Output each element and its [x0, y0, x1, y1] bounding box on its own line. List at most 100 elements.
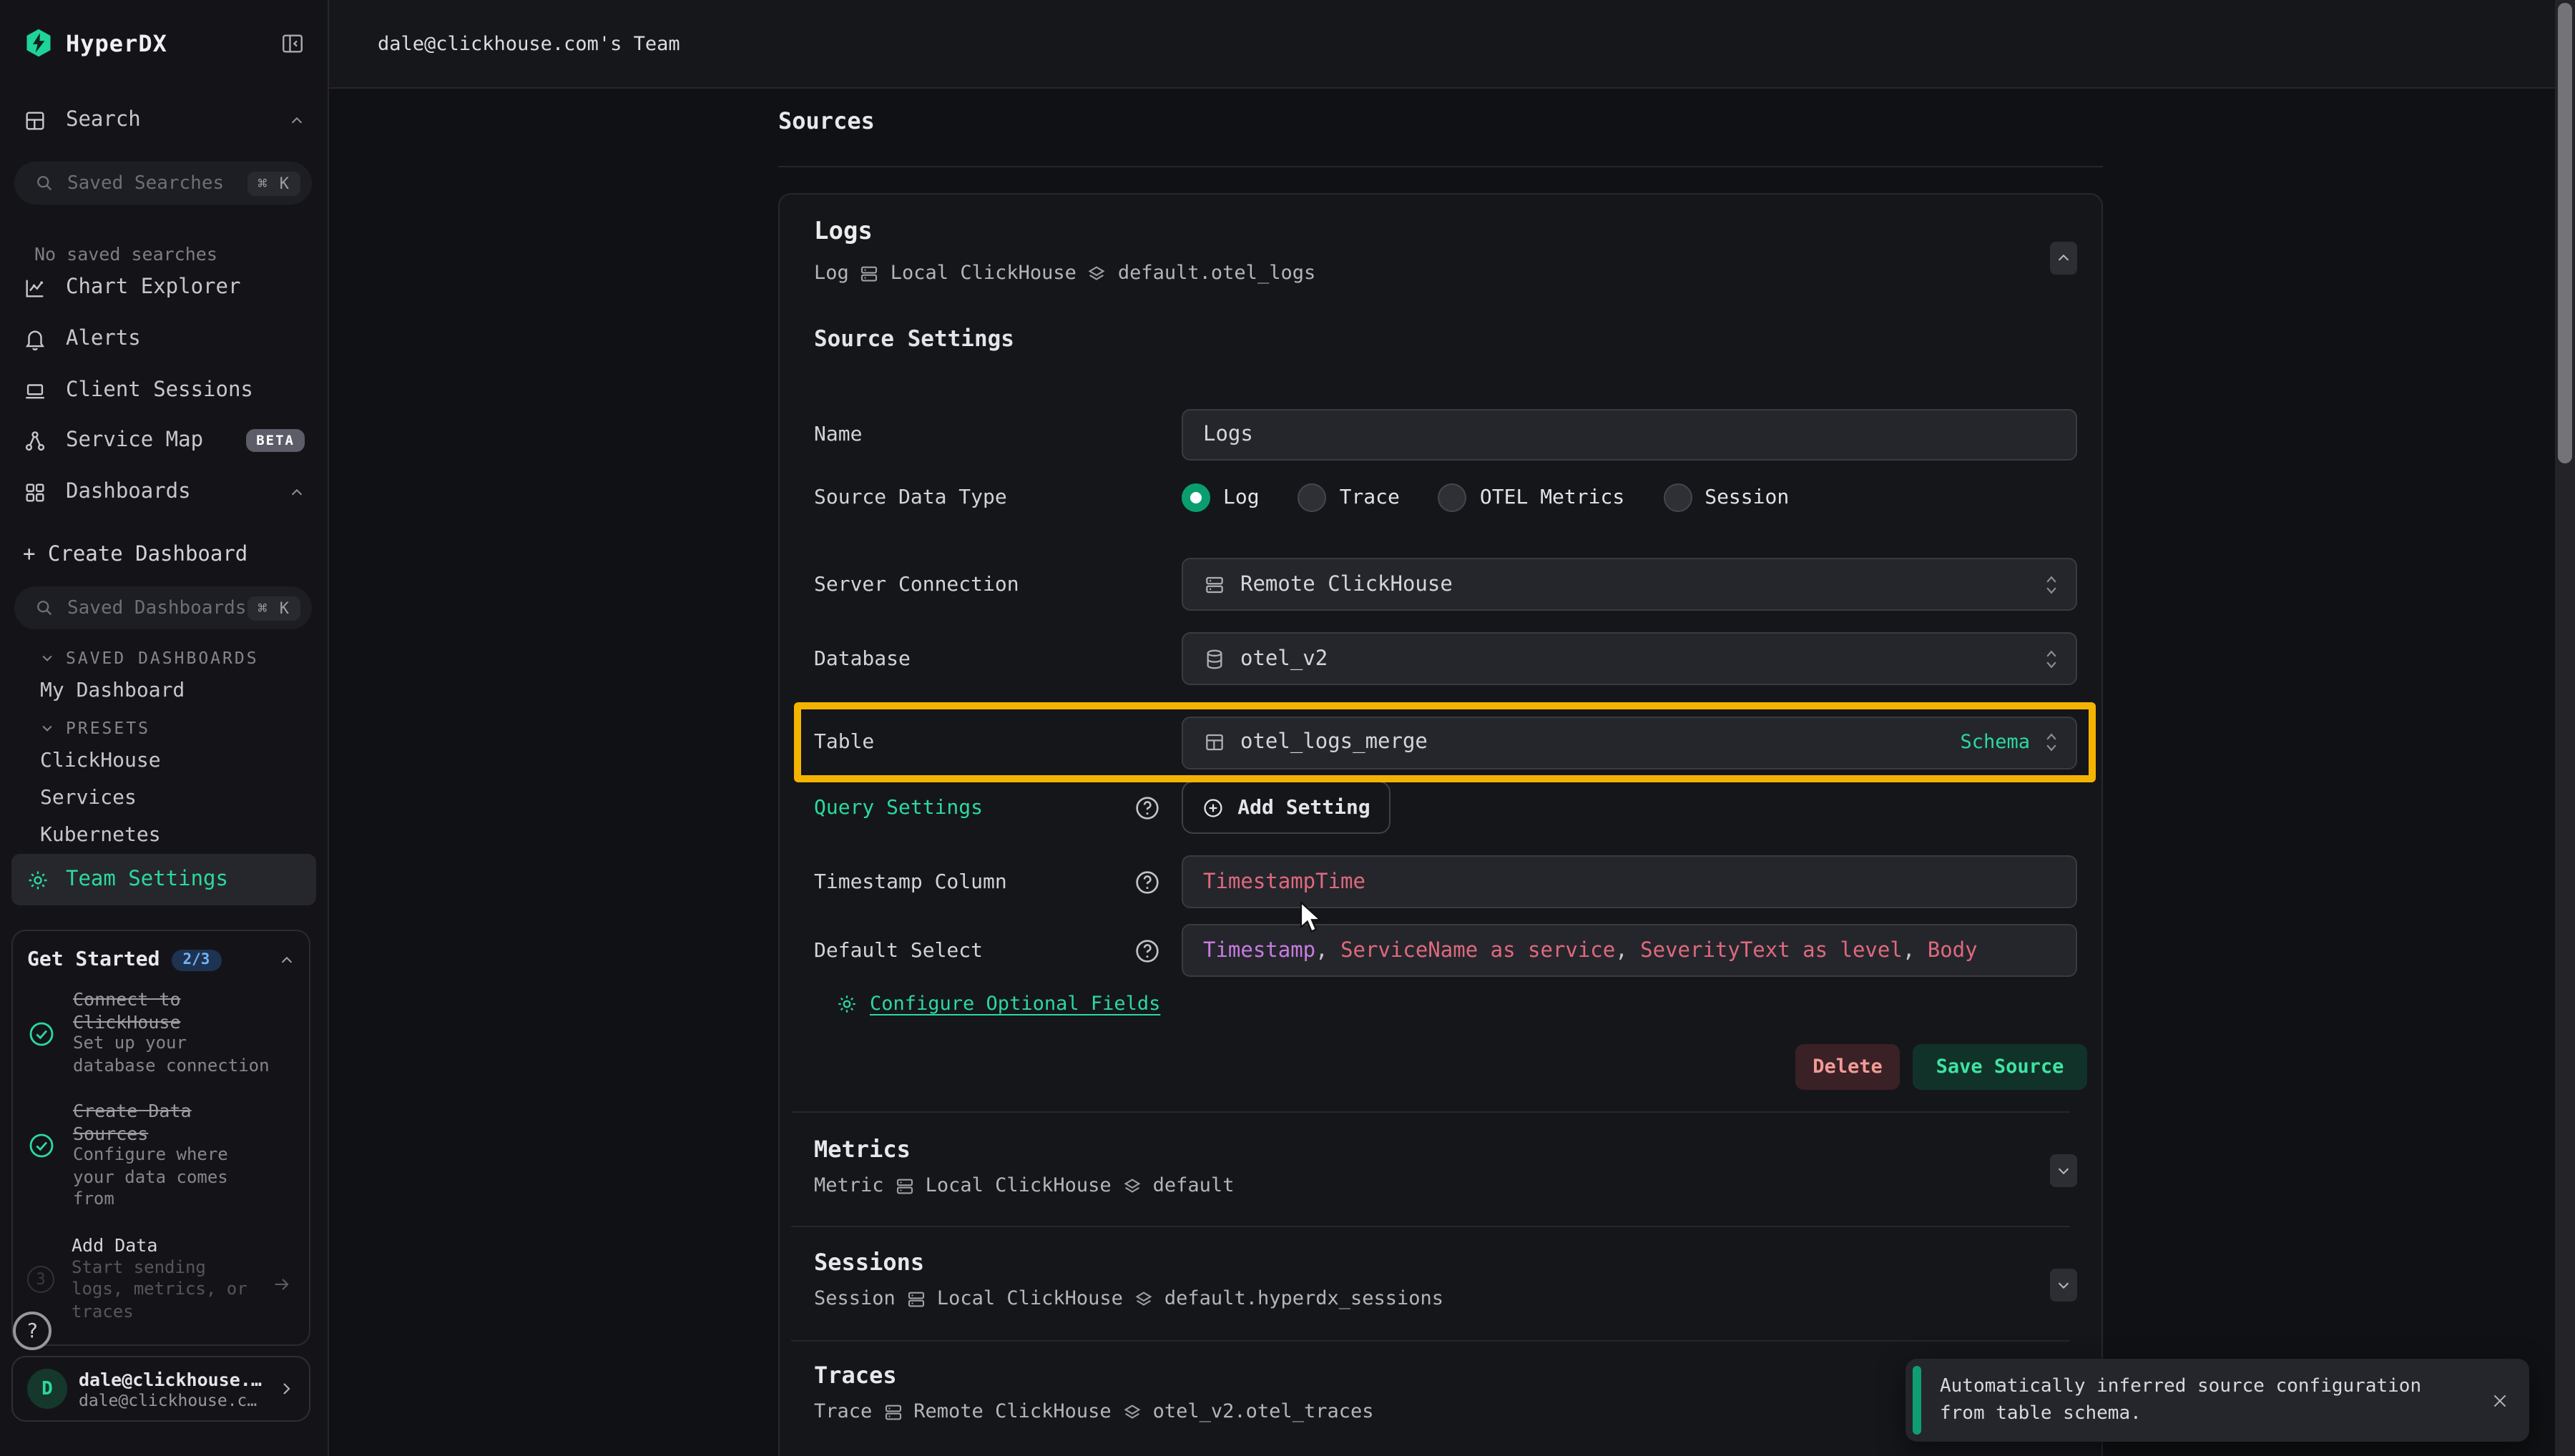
name-row: Name Logs: [814, 409, 2077, 461]
help-question-icon: ?: [26, 1319, 39, 1342]
toast-message: Automatically inferred source configurat…: [1940, 1373, 2491, 1427]
database-select[interactable]: otel_v2: [1182, 632, 2077, 685]
sidebar-item-clickhouse[interactable]: ClickHouse: [0, 742, 328, 779]
chevron-down-icon: [40, 651, 54, 665]
metrics-section: Metrics Metric Local ClickHouse default: [814, 1136, 2077, 1197]
source-table: otel_v2.otel_traces: [1153, 1400, 1374, 1423]
name-input[interactable]: Logs: [1182, 409, 2077, 461]
server-connection-row: Server Connection Remote ClickHouse: [814, 558, 2077, 611]
configure-optional-fields-link[interactable]: Configure Optional Fields: [835, 993, 1160, 1015]
add-setting-button[interactable]: Add Setting: [1182, 781, 1390, 834]
schema-badge[interactable]: Schema: [1960, 731, 2030, 754]
traces-subtitle: Trace Remote ClickHouse otel_v2.otel_tra…: [814, 1400, 2077, 1423]
table-row-highlight: Table otel_logs_merge Schema: [794, 702, 2096, 782]
team-title: dale@clickhouse.com's Team: [378, 32, 680, 55]
sub-item-label: Services: [40, 787, 137, 810]
saved-dashboards-placeholder: Saved Dashboards: [67, 597, 246, 619]
sidebar-item-service-map[interactable]: Service Map BETA: [0, 415, 328, 466]
step-title: Connect to ClickHouse: [73, 988, 276, 1033]
chevron-up-icon[interactable]: [289, 484, 305, 500]
user-menu[interactable]: D dale@clickhouse.… dale@clickhouse.c…: [11, 1356, 310, 1422]
help-circle-icon[interactable]: [1133, 867, 1162, 896]
close-icon[interactable]: [2491, 1391, 2509, 1410]
radio-otel-metrics[interactable]: OTEL Metrics: [1438, 483, 1624, 512]
radio-log[interactable]: Log: [1182, 483, 1260, 512]
radio-label: Session: [1705, 486, 1789, 509]
logo-row: HyperDX: [0, 17, 328, 69]
sidebar-item-search[interactable]: Search: [0, 94, 328, 146]
get-started-panel: Get Started 2/3 Connect to ClickHouse Se…: [11, 930, 310, 1346]
shortcut-badge: ⌘ K: [247, 596, 300, 620]
user-name: dale@clickhouse.…: [79, 1368, 262, 1389]
save-source-button[interactable]: Save Source: [1913, 1044, 2087, 1090]
delete-button[interactable]: Delete: [1795, 1044, 1900, 1090]
chevron-up-icon[interactable]: [289, 112, 305, 128]
group-saved-dashboards[interactable]: SAVED DASHBOARDS: [0, 644, 328, 672]
layers-icon: [1122, 1401, 1143, 1422]
default-select-input[interactable]: Timestamp, ServiceName as service, Sever…: [1182, 924, 2077, 977]
sidebar-item-chart-explorer[interactable]: Chart Explorer: [0, 262, 328, 313]
create-dashboard-button[interactable]: + Create Dashboard: [0, 529, 328, 581]
sidebar-item-services[interactable]: Services: [0, 779, 328, 817]
logs-actions: Delete Save Source: [1795, 1044, 2087, 1090]
table-select[interactable]: otel_logs_merge Schema: [1182, 716, 2077, 769]
sidebar-item-label: Alerts: [66, 328, 141, 350]
step-desc: Start sending logs, metrics, or traces: [72, 1256, 275, 1323]
layers-icon: [1087, 262, 1108, 284]
scrollbar-thumb[interactable]: [2558, 3, 2572, 463]
sidebar-item-dashboards[interactable]: Dashboards: [0, 466, 328, 518]
collapse-sidebar-icon[interactable]: [280, 31, 305, 55]
gear-icon: [835, 993, 858, 1015]
shortcut-badge: ⌘ K: [247, 171, 300, 195]
sql-token: ,: [1315, 939, 1340, 962]
scrollbar-track[interactable]: [2555, 0, 2575, 1456]
radio-session[interactable]: Session: [1663, 483, 1789, 512]
get-started-header[interactable]: Get Started 2/3: [27, 948, 295, 971]
server-connection-label: Server Connection: [814, 573, 1182, 596]
table-label: Table: [814, 731, 1182, 754]
search-icon: [34, 598, 54, 618]
name-value: Logs: [1203, 423, 1253, 446]
expand-sessions-button[interactable]: [2050, 1269, 2077, 1302]
get-started-step-3[interactable]: 3 Add Data Start sending logs, metrics, …: [27, 1234, 295, 1323]
sidebar-item-team-settings[interactable]: Team Settings: [11, 854, 316, 905]
sql-token: Body: [1928, 939, 1978, 962]
sub-item-label: My Dashboard: [40, 679, 185, 702]
expand-metrics-button[interactable]: [2050, 1154, 2077, 1187]
help-circle-icon[interactable]: [1133, 793, 1162, 822]
sidebar-item-label: Search: [66, 109, 141, 132]
server-connection-select[interactable]: Remote ClickHouse: [1182, 558, 2077, 611]
timestamp-column-value: TimestampTime: [1203, 870, 1365, 893]
bell-icon: [23, 327, 47, 351]
help-circle-icon[interactable]: [1133, 936, 1162, 965]
metrics-subtitle: Metric Local ClickHouse default: [814, 1174, 2077, 1197]
traces-title: Traces: [814, 1362, 2077, 1389]
timestamp-column-input[interactable]: TimestampTime: [1182, 855, 2077, 908]
layers-icon: [1122, 1175, 1143, 1196]
saved-dashboards-input[interactable]: Saved Dashboards ⌘ K: [14, 586, 312, 629]
get-started-step-1[interactable]: Connect to ClickHouse Set up your databa…: [27, 988, 295, 1077]
saved-searches-input[interactable]: Saved Searches ⌘ K: [14, 162, 312, 205]
sidebar-item-client-sessions[interactable]: Client Sessions: [0, 365, 328, 416]
create-dashboard-label: + Create Dashboard: [23, 543, 247, 566]
source-server: Local ClickHouse: [891, 262, 1076, 285]
sessions-section: Sessions Session Local ClickHouse defaul…: [814, 1249, 2077, 1310]
get-started-step-2[interactable]: Create Data Sources Configure where your…: [27, 1100, 295, 1211]
chevron-up-icon[interactable]: [279, 952, 295, 968]
server-icon: [894, 1175, 916, 1196]
collapse-logs-button[interactable]: [2050, 242, 2077, 275]
sidebar-item-kubernetes[interactable]: Kubernetes: [0, 817, 328, 854]
group-label: SAVED DASHBOARDS: [66, 648, 259, 668]
divider: [778, 166, 2103, 167]
default-select-label: Default Select: [814, 936, 1182, 965]
sidebar-item-alerts[interactable]: Alerts: [0, 313, 328, 365]
progress-badge: 2/3: [171, 949, 221, 970]
server-icon: [1203, 573, 1226, 596]
logs-section-title: Logs: [814, 217, 873, 246]
toast-notification: Automatically inferred source configurat…: [1906, 1359, 2529, 1442]
help-button[interactable]: ?: [13, 1312, 52, 1350]
group-presets[interactable]: PRESETS: [0, 714, 328, 742]
sidebar-item-my-dashboard[interactable]: My Dashboard: [0, 672, 328, 709]
radio-trace[interactable]: Trace: [1298, 483, 1400, 512]
radio-dot: [1663, 483, 1692, 512]
